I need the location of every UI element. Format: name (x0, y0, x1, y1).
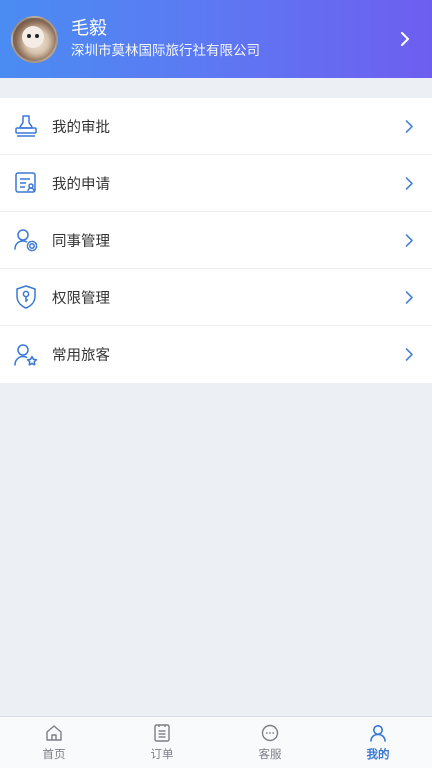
home-icon (44, 723, 64, 743)
tab-label: 订单 (150, 747, 174, 761)
chevron-right-icon (402, 233, 416, 247)
avatar (11, 15, 58, 63)
chevron-right-icon (402, 290, 416, 304)
menu-label: 同事管理 (52, 233, 110, 250)
chat-icon (260, 723, 280, 743)
chevron-right-icon (402, 176, 416, 190)
menu-item-permission-management[interactable]: 权限管理 (0, 269, 432, 326)
tab-orders[interactable]: 订单 (108, 717, 216, 768)
tab-mine[interactable]: 我的 (324, 717, 432, 768)
order-icon (152, 723, 172, 743)
tab-label: 客服 (258, 747, 282, 761)
chevron-right-icon (402, 348, 416, 362)
tab-label: 我的 (366, 747, 390, 761)
menu-label: 常用旅客 (52, 348, 110, 364)
tab-customer-service[interactable]: 客服 (216, 717, 324, 768)
menu-item-my-approvals[interactable]: 我的审批 (0, 98, 432, 155)
menu-item-frequent-travelers[interactable]: 常用旅客 (0, 326, 432, 383)
user-gear-icon (13, 227, 39, 253)
tab-home[interactable]: 首页 (0, 717, 108, 768)
tab-label: 首页 (42, 747, 66, 761)
shield-key-icon (13, 284, 39, 310)
menu-label: 权限管理 (52, 290, 110, 307)
chevron-right-icon[interactable] (396, 30, 414, 48)
user-icon (368, 723, 388, 743)
bottom-tab-bar: 首页 订单 客服 我的 (0, 716, 432, 768)
user-company: 深圳市莫林国际旅行社有限公司 (71, 42, 260, 59)
menu-item-colleague-management[interactable]: 同事管理 (0, 212, 432, 269)
form-icon (13, 170, 39, 196)
settings-menu: 我的审批 我的申请 同事管理 权限管理 常用旅客 (0, 98, 432, 383)
user-info: 毛毅 深圳市莫林国际旅行社有限公司 (71, 18, 396, 61)
menu-label: 我的申请 (52, 176, 110, 193)
user-name: 毛毅 (71, 17, 107, 39)
menu-item-my-applications[interactable]: 我的申请 (0, 155, 432, 212)
user-star-icon (13, 342, 39, 368)
chevron-right-icon (402, 119, 416, 133)
stamp-icon (13, 113, 39, 139)
profile-header[interactable]: 毛毅 深圳市莫林国际旅行社有限公司 (0, 0, 432, 78)
menu-label: 我的审批 (52, 119, 110, 136)
